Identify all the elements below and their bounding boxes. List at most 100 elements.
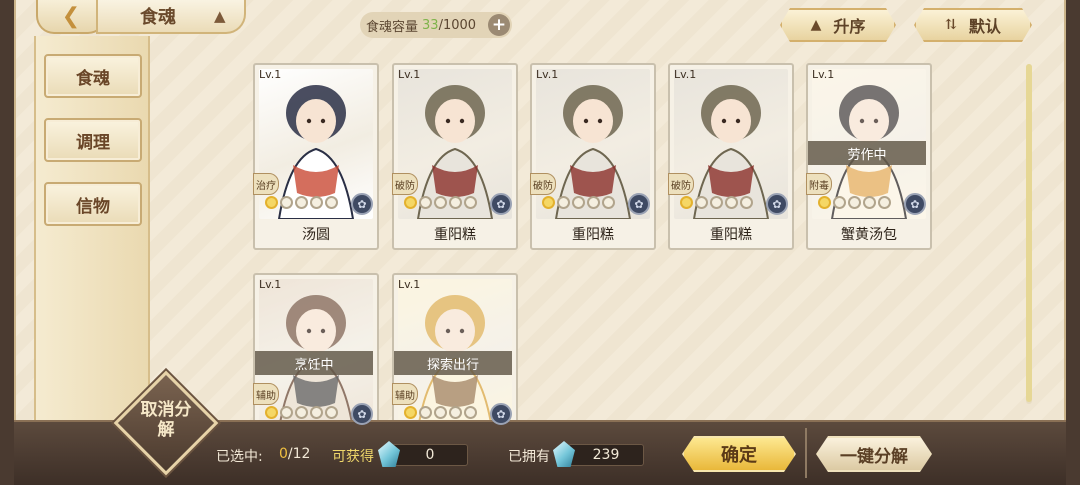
star-icon xyxy=(833,196,846,209)
level-label: Lv.1 xyxy=(259,278,282,291)
star-icon xyxy=(310,406,323,419)
star-rating xyxy=(265,406,338,419)
star-icon xyxy=(587,196,600,209)
star-icon xyxy=(295,406,308,419)
food-soul-card[interactable]: Lv.1 破防 ✿ 重阳糕 xyxy=(530,63,656,250)
role-badge: 辅助 xyxy=(392,383,418,405)
element-emblem-icon: ✿ xyxy=(490,403,512,425)
food-soul-card[interactable]: Lv.1 附毒 ✿ 劳作中 蟹黄汤包 xyxy=(806,63,932,250)
star-icon xyxy=(449,196,462,209)
star-icon xyxy=(680,196,693,209)
sidebar-item-label: 信物 xyxy=(76,196,110,217)
sidebar-item-keepsake[interactable]: 信物 xyxy=(44,182,142,226)
sidebar-item-food-soul[interactable]: 食魂 xyxy=(44,54,142,98)
scrollbar[interactable] xyxy=(1026,64,1032,404)
element-emblem-icon: ✿ xyxy=(490,193,512,215)
level-label: Lv.1 xyxy=(812,68,835,81)
sort-mode-button[interactable]: ⇅ 默认 xyxy=(914,8,1032,42)
star-icon xyxy=(404,406,417,419)
page-title: 食魂 xyxy=(140,7,176,28)
star-icon xyxy=(434,196,447,209)
selected-count-wrap: 0/12 xyxy=(279,446,310,462)
food-soul-card[interactable]: Lv.1 破防 ✿ 重阳糕 xyxy=(392,63,518,250)
star-icon xyxy=(325,406,338,419)
sidebar-item-conditioning[interactable]: 调理 xyxy=(44,118,142,162)
level-label: Lv.1 xyxy=(674,68,697,81)
level-label: Lv.1 xyxy=(398,68,421,81)
level-label: Lv.1 xyxy=(398,278,421,291)
owned-label: 已拥有 xyxy=(508,449,550,465)
star-icon xyxy=(464,406,477,419)
sidebar-item-label: 食魂 xyxy=(76,68,110,89)
star-icon xyxy=(602,196,615,209)
star-icon xyxy=(404,196,417,209)
back-arrow-icon: ❮ xyxy=(61,3,81,29)
owned-value: 239 xyxy=(568,444,644,466)
card-name: 重阳糕 xyxy=(434,227,476,243)
star-icon xyxy=(878,196,891,209)
expand-capacity-plus-icon[interactable]: + xyxy=(488,14,510,36)
star-icon xyxy=(295,196,308,209)
food-soul-card[interactable]: Lv.1 破防 ✿ 重阳糕 xyxy=(668,63,794,250)
level-label: Lv.1 xyxy=(536,68,559,81)
element-emblem-icon: ✿ xyxy=(628,193,650,215)
sort-order-label: 升序 xyxy=(833,17,866,36)
selected-label: 已选中: xyxy=(216,449,263,465)
star-rating xyxy=(680,196,753,209)
cancel-decompose-label[interactable]: 取消分解 xyxy=(138,400,194,440)
star-icon xyxy=(740,196,753,209)
status-banner: 烹饪中 xyxy=(255,351,373,375)
star-icon xyxy=(419,196,432,209)
card-name: 汤圆 xyxy=(302,227,330,243)
star-icon xyxy=(557,196,570,209)
star-icon xyxy=(265,196,278,209)
sidebar: 食魂 调理 信物 xyxy=(34,36,150,436)
star-icon xyxy=(434,406,447,419)
star-rating xyxy=(265,196,338,209)
card-name: 重阳糕 xyxy=(710,227,752,243)
card-name: 蟹黄汤包 xyxy=(841,227,897,243)
star-icon xyxy=(710,196,723,209)
element-emblem-icon: ✿ xyxy=(351,403,373,425)
role-badge: 辅助 xyxy=(253,383,279,405)
status-banner: 探索出行 xyxy=(394,351,512,375)
role-badge: 破防 xyxy=(530,173,556,195)
role-badge: 破防 xyxy=(392,173,418,195)
star-icon xyxy=(542,196,555,209)
star-rating xyxy=(542,196,615,209)
one-key-decompose-button[interactable]: 一键分解 xyxy=(816,436,932,472)
star-icon xyxy=(572,196,585,209)
star-icon xyxy=(695,196,708,209)
star-icon xyxy=(449,406,462,419)
element-emblem-icon: ✿ xyxy=(766,193,788,215)
role-badge: 治疗 xyxy=(253,173,279,195)
sort-mode-label: 默认 xyxy=(968,17,1001,36)
status-banner: 劳作中 xyxy=(808,141,926,165)
sidebar-item-label: 调理 xyxy=(76,132,110,153)
role-badge: 附毒 xyxy=(806,173,832,195)
level-label: Lv.1 xyxy=(259,68,282,81)
one-key-decompose-label: 一键分解 xyxy=(840,446,908,467)
element-emblem-icon: ✿ xyxy=(351,193,373,215)
star-rating xyxy=(404,406,477,419)
star-icon xyxy=(265,406,278,419)
star-rating xyxy=(818,196,891,209)
filter-toggle-icon: ⇅ xyxy=(945,17,957,33)
capacity-counter: 食魂容量 33 /1000 + xyxy=(360,12,512,38)
food-soul-card[interactable]: Lv.1 治疗 ✿ 汤圆 xyxy=(253,63,379,250)
capacity-max: /1000 xyxy=(438,17,477,33)
star-icon xyxy=(725,196,738,209)
card-name: 重阳糕 xyxy=(572,227,614,243)
star-icon xyxy=(280,406,293,419)
scrollbar-thumb[interactable] xyxy=(1026,64,1032,402)
star-icon xyxy=(464,196,477,209)
confirm-button[interactable]: 确定 xyxy=(682,436,796,472)
triangle-up-icon: ▲ xyxy=(810,17,822,33)
star-icon xyxy=(863,196,876,209)
role-badge: 破防 xyxy=(668,173,694,195)
selected-count: 0 xyxy=(279,446,288,462)
sort-order-button[interactable]: ▲ 升序 xyxy=(780,8,896,42)
selected-max: /12 xyxy=(287,446,311,462)
star-icon xyxy=(419,406,432,419)
capacity-current: 33 xyxy=(422,17,439,33)
